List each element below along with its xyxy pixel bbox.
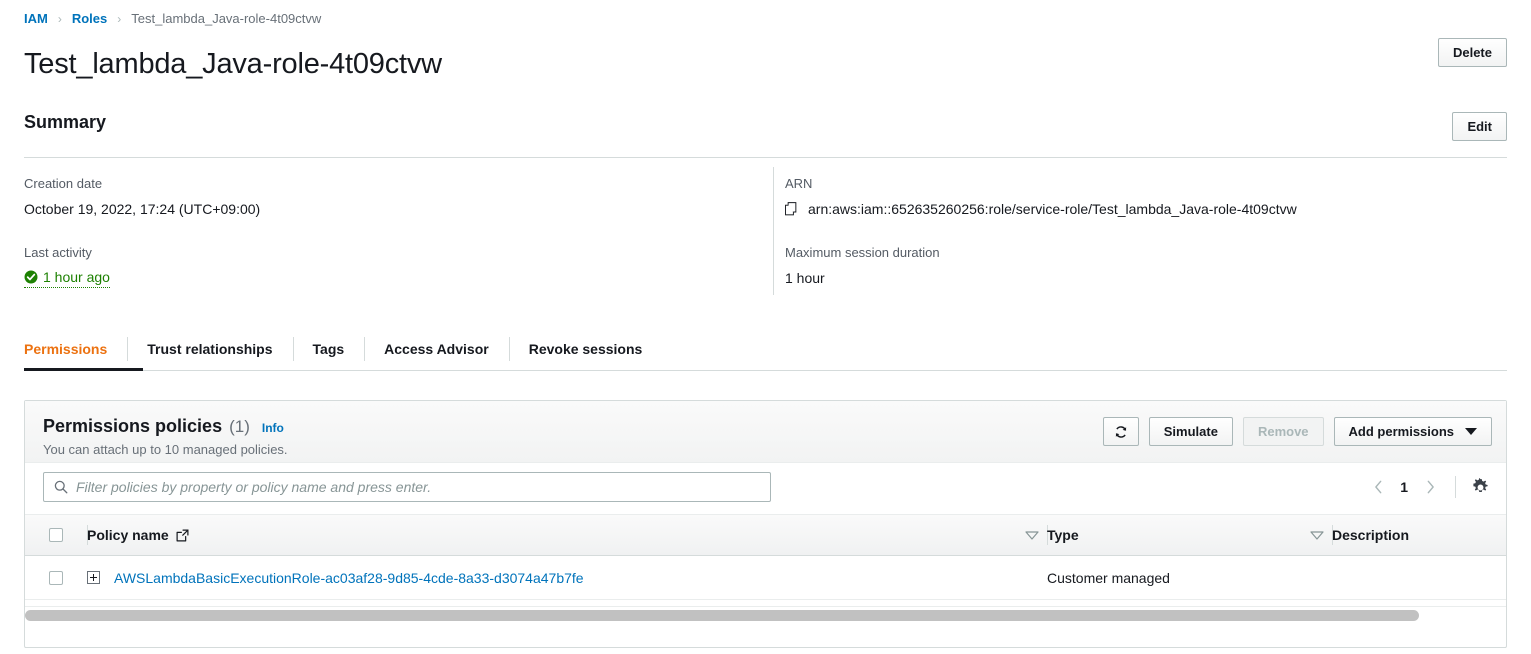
column-header-description[interactable]: Description (1332, 515, 1531, 555)
creation-date-value: October 19, 2022, 17:24 (UTC+09:00) (24, 201, 261, 217)
creation-date-label: Creation date (24, 176, 103, 191)
search-icon (54, 480, 68, 494)
column-header-policy-name[interactable]: Policy name (87, 515, 1047, 555)
max-session-duration-value: 1 hour (785, 270, 825, 286)
panel-subtitle: You can attach up to 10 managed policies… (43, 442, 288, 457)
panel-bottom-divider (25, 647, 1506, 648)
row-type-cell: Customer managed (1047, 556, 1305, 599)
row-select-cell (25, 556, 87, 599)
tab-trust-relationships[interactable]: Trust relationships (127, 328, 292, 370)
summary-divider-horizontal (24, 157, 1507, 158)
sort-type-icon[interactable] (1310, 531, 1324, 540)
row-checkbox[interactable] (49, 570, 63, 585)
chevron-left-icon (1374, 480, 1382, 494)
arn-value: arn:aws:iam::652635260256:role/service-r… (808, 201, 1297, 217)
summary-divider-vertical (773, 167, 774, 295)
last-activity-label: Last activity (24, 245, 92, 260)
breadcrumb-item-iam[interactable]: IAM (24, 10, 48, 28)
sort-policy-name-icon[interactable] (1025, 531, 1039, 540)
panel-title-row: Permissions policies (1) Info (43, 415, 284, 439)
last-activity-text: 1 hour ago (43, 269, 110, 285)
gear-icon (1472, 477, 1488, 492)
copy-icon[interactable] (785, 201, 799, 217)
last-activity-status[interactable]: 1 hour ago (24, 268, 110, 288)
tab-permissions[interactable]: Permissions (24, 328, 127, 370)
add-permissions-label: Add permissions (1348, 424, 1454, 439)
filter-policies-input[interactable] (76, 479, 770, 495)
refresh-button[interactable] (1102, 417, 1139, 446)
arn-value-wrap: arn:aws:iam::652635260256:role/service-r… (785, 199, 1485, 219)
delete-button[interactable]: Delete (1437, 38, 1507, 67)
filter-row: 1 (25, 463, 1506, 514)
permissions-policies-panel: Permissions policies (1) Info You can at… (24, 400, 1507, 648)
tab-revoke-sessions[interactable]: Revoke sessions (508, 328, 663, 370)
previous-page-button[interactable] (1365, 474, 1391, 500)
arn-label: ARN (785, 176, 813, 191)
preferences-button[interactable] (1468, 475, 1492, 499)
horizontal-scrollbar-thumb[interactable] (25, 610, 1419, 621)
chevron-down-icon (1465, 428, 1477, 435)
page-number-1[interactable]: 1 (1391, 479, 1417, 495)
row-policy-name-cell: AWSLambdaBasicExecutionRole-ac03af28-9d8… (87, 556, 1047, 599)
breadcrumb: IAM › Roles › Test_lambda_Java-role-4t09… (24, 10, 321, 28)
tab-bar: Permissions Trust relationships Tags Acc… (24, 328, 662, 370)
policy-type-value: Customer managed (1047, 569, 1170, 586)
last-activity-value-wrap: 1 hour ago (24, 268, 759, 288)
policy-name-link[interactable]: AWSLambdaBasicExecutionRole-ac03af28-9d8… (114, 570, 584, 586)
column-header-policy-name-label: Policy name (87, 527, 169, 543)
add-permissions-button[interactable]: Add permissions (1333, 417, 1492, 446)
breadcrumb-item-roles[interactable]: Roles (72, 10, 107, 28)
column-header-type[interactable]: Type (1047, 515, 1305, 555)
pagination-divider (1455, 476, 1456, 498)
column-header-type-label: Type (1047, 527, 1079, 543)
table-header-row: Policy name Type Description (25, 514, 1506, 556)
panel-title: Permissions policies (43, 416, 223, 436)
breadcrumb-separator-icon: › (57, 12, 62, 26)
summary-column-left: Creation date October 19, 2022, 17:24 (U… (24, 175, 759, 288)
success-check-icon (24, 270, 38, 284)
tab-tags[interactable]: Tags (292, 328, 365, 370)
next-page-button[interactable] (1417, 474, 1443, 500)
expand-row-icon[interactable] (87, 571, 100, 584)
horizontal-scrollbar-track[interactable] (25, 606, 1506, 623)
table-row: AWSLambdaBasicExecutionRole-ac03af28-9d8… (25, 556, 1506, 600)
external-link-icon[interactable] (176, 529, 189, 542)
simulate-button[interactable]: Simulate (1148, 417, 1233, 446)
filter-input-wrapper[interactable] (43, 472, 771, 502)
tab-access-advisor[interactable]: Access Advisor (364, 328, 509, 370)
panel-actions: Simulate Remove Add permissions (1102, 417, 1492, 446)
edit-button[interactable]: Edit (1452, 112, 1507, 141)
remove-button[interactable]: Remove (1242, 417, 1324, 446)
panel-header: Permissions policies (1) Info You can at… (25, 401, 1506, 463)
summary-heading: Summary (24, 112, 107, 132)
tab-active-indicator (24, 368, 143, 371)
summary-column-right: ARN arn:aws:iam::652635260256:role/servi… (785, 175, 1485, 288)
chevron-right-icon (1427, 480, 1434, 494)
select-all-checkbox[interactable] (49, 528, 63, 542)
page-title: Test_lambda_Java-role-4t09ctvw (24, 48, 442, 80)
pagination: 1 (1365, 474, 1492, 500)
column-header-description-label: Description (1332, 527, 1410, 543)
info-link[interactable]: Info (262, 417, 284, 439)
row-description-cell (1332, 556, 1531, 599)
breadcrumb-item-current: Test_lambda_Java-role-4t09ctvw (131, 11, 322, 26)
refresh-icon (1115, 425, 1127, 438)
breadcrumb-separator-icon: › (117, 12, 122, 26)
select-all-cell (25, 515, 87, 555)
tab-baseline (24, 370, 1507, 371)
max-session-duration-label: Maximum session duration (785, 245, 940, 260)
panel-count: (1) (229, 417, 250, 436)
